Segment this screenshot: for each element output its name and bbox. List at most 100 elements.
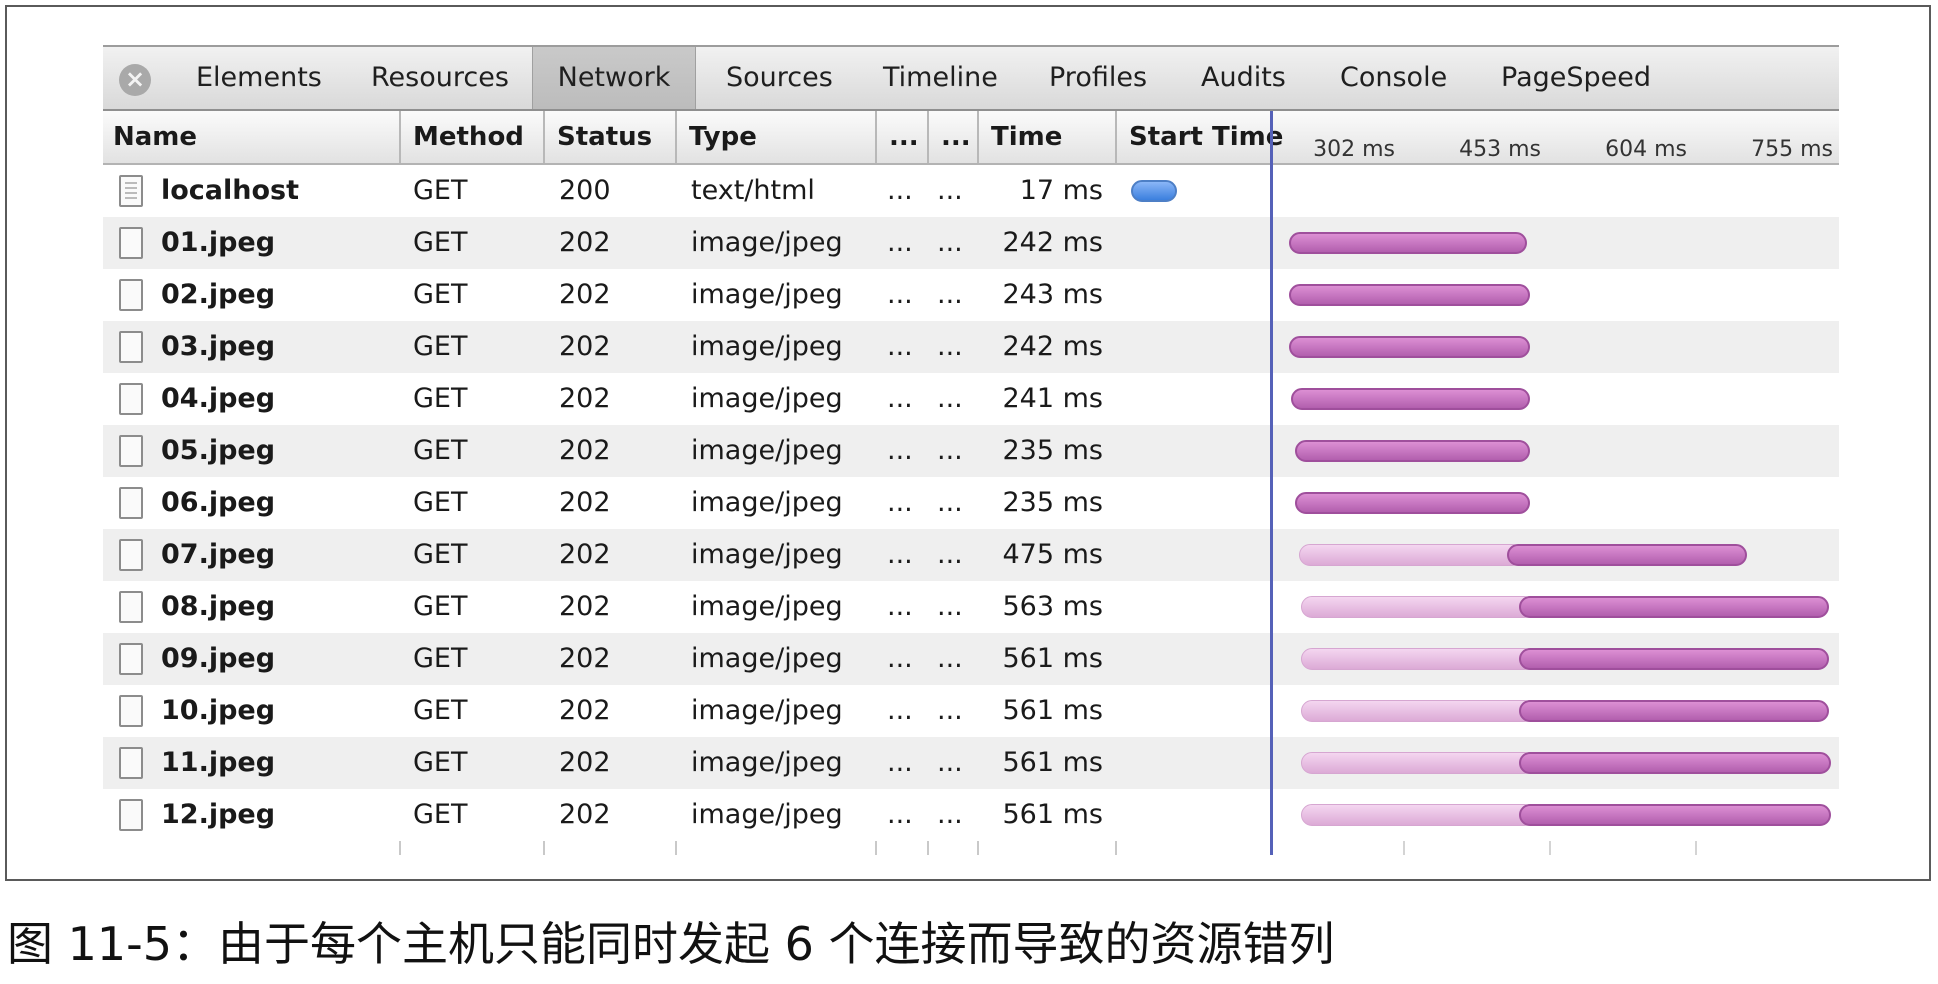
column-header-collapsed-1[interactable]: ...: [879, 111, 919, 163]
resource-name[interactable]: 02.jpeg: [161, 269, 275, 321]
column-divider[interactable]: [675, 111, 677, 163]
tab-audits[interactable]: Audits: [1201, 47, 1286, 109]
collapsed-cell: ...: [887, 643, 913, 674]
tab-profiles[interactable]: Profiles: [1049, 47, 1147, 109]
column-divider[interactable]: [875, 111, 877, 163]
column-divider[interactable]: [399, 111, 401, 163]
timeline-bar-waiting[interactable]: [1301, 648, 1535, 670]
timeline-bar-receiving[interactable]: [1289, 284, 1530, 306]
tab-resources[interactable]: Resources: [371, 47, 509, 109]
table-row[interactable]: 06.jpeg GET 202 image/jpeg...... 235 ms: [103, 477, 1839, 529]
devtools-toolbar: × Elements Resources Network Sources Tim…: [103, 45, 1839, 111]
collapsed-cell: ...: [937, 227, 963, 258]
collapsed-cell: ...: [887, 383, 913, 414]
column-divider[interactable]: [543, 111, 545, 163]
resource-name[interactable]: localhost: [161, 165, 299, 217]
timeline-bar-receiving[interactable]: [1289, 336, 1530, 358]
resource-name[interactable]: 03.jpeg: [161, 321, 275, 373]
status-cell: 202: [559, 383, 611, 414]
timeline-bar-receiving[interactable]: [1519, 752, 1831, 774]
type-cell: image/jpeg: [691, 799, 843, 830]
collapsed-cell: ...: [937, 331, 963, 362]
tab-elements[interactable]: Elements: [196, 47, 322, 109]
column-header-time[interactable]: Time: [981, 111, 1062, 163]
timeline-bar-receiving[interactable]: [1519, 804, 1831, 826]
column-divider[interactable]: [977, 111, 979, 163]
type-cell: image/jpeg: [691, 435, 843, 466]
timeline-bar-receiving[interactable]: [1519, 596, 1829, 618]
type-cell: image/jpeg: [691, 383, 843, 414]
timeline-bar-receiving[interactable]: [1295, 492, 1530, 514]
status-cell: 202: [559, 591, 611, 622]
status-cell: 202: [559, 279, 611, 310]
devtools-network-panel: × Elements Resources Network Sources Tim…: [103, 45, 1839, 855]
table-header: Name Method Status Type ... ... Time Sta…: [103, 111, 1839, 165]
collapsed-cell: ...: [887, 591, 913, 622]
time-cell: 17 ms: [1019, 175, 1103, 206]
table-row[interactable]: 09.jpeg GET 202 image/jpeg...... 561 ms: [103, 633, 1839, 685]
table-row[interactable]: 08.jpeg GET 202 image/jpeg...... 563 ms: [103, 581, 1839, 633]
column-header-method[interactable]: Method: [403, 111, 524, 163]
timeline-bar-receiving[interactable]: [1507, 544, 1747, 566]
status-cell: 202: [559, 487, 611, 518]
status-cell: 202: [559, 747, 611, 778]
table-row[interactable]: 12.jpeg GET 202 image/jpeg...... 561 ms: [103, 789, 1839, 841]
timeline-bar-receiving[interactable]: [1519, 700, 1829, 722]
timeline-bar-receiving[interactable]: [1289, 232, 1527, 254]
time-cell: 242 ms: [1002, 331, 1104, 362]
method-cell: GET: [413, 695, 468, 726]
timeline-bar-waiting[interactable]: [1299, 544, 1523, 566]
tab-pagespeed[interactable]: PageSpeed: [1501, 47, 1651, 109]
timeline-bar-html[interactable]: [1131, 180, 1177, 202]
table-row[interactable]: 02.jpeg GET 202 image/jpeg...... 243 ms: [103, 269, 1839, 321]
timeline-tick-label: 302 ms: [1313, 137, 1395, 162]
resource-name[interactable]: 09.jpeg: [161, 633, 275, 685]
tab-timeline[interactable]: Timeline: [883, 47, 998, 109]
column-header-name[interactable]: Name: [103, 111, 197, 163]
column-divider[interactable]: [1115, 111, 1117, 163]
resource-name[interactable]: 08.jpeg: [161, 581, 275, 633]
method-cell: GET: [413, 539, 468, 570]
tab-console[interactable]: Console: [1340, 47, 1447, 109]
table-row[interactable]: 05.jpeg GET 202 image/jpeg...... 235 ms: [103, 425, 1839, 477]
table-row[interactable]: 07.jpeg GET 202 image/jpeg...... 475 ms: [103, 529, 1839, 581]
table-row[interactable]: localhost GET 200 text/html...... 17 ms: [103, 165, 1839, 217]
close-icon[interactable]: ×: [119, 64, 151, 96]
timeline-bar-waiting[interactable]: [1301, 752, 1535, 774]
resource-name[interactable]: 01.jpeg: [161, 217, 275, 269]
resource-name[interactable]: 07.jpeg: [161, 529, 275, 581]
resource-name[interactable]: 04.jpeg: [161, 373, 275, 425]
timeline-bar-waiting[interactable]: [1301, 700, 1535, 722]
resource-name[interactable]: 05.jpeg: [161, 425, 275, 477]
table-row[interactable]: 01.jpeg GET 202 image/jpeg...... 242 ms: [103, 217, 1839, 269]
timeline-bar-waiting[interactable]: [1301, 596, 1535, 618]
status-cell: 202: [559, 695, 611, 726]
table-row[interactable]: 11.jpeg GET 202 image/jpeg...... 561 ms: [103, 737, 1839, 789]
column-header-status[interactable]: Status: [547, 111, 652, 163]
resource-name[interactable]: 10.jpeg: [161, 685, 275, 737]
resource-name[interactable]: 11.jpeg: [161, 737, 275, 789]
column-header-type[interactable]: Type: [679, 111, 757, 163]
timeline-bar-receiving[interactable]: [1291, 388, 1530, 410]
column-header-collapsed-2[interactable]: ...: [931, 111, 971, 163]
table-row[interactable]: 03.jpeg GET 202 image/jpeg...... 242 ms: [103, 321, 1839, 373]
file-icon: [119, 331, 143, 363]
collapsed-cell: ...: [887, 435, 913, 466]
collapsed-cell: ...: [937, 175, 963, 206]
resource-name[interactable]: 12.jpeg: [161, 789, 275, 841]
tab-sources[interactable]: Sources: [726, 47, 833, 109]
timeline-bar-receiving[interactable]: [1295, 440, 1530, 462]
table-row[interactable]: 04.jpeg GET 202 image/jpeg...... 241 ms: [103, 373, 1839, 425]
table-row[interactable]: 10.jpeg GET 202 image/jpeg...... 561 ms: [103, 685, 1839, 737]
timeline-bar-waiting[interactable]: [1301, 804, 1535, 826]
tab-network[interactable]: Network: [532, 47, 696, 109]
type-cell: image/jpeg: [691, 227, 843, 258]
resource-name[interactable]: 06.jpeg: [161, 477, 275, 529]
file-icon: [119, 435, 143, 467]
collapsed-cell: ...: [887, 175, 913, 206]
type-cell: image/jpeg: [691, 591, 843, 622]
type-cell: text/html: [691, 175, 815, 206]
collapsed-cell: ...: [887, 487, 913, 518]
timeline-bar-receiving[interactable]: [1519, 648, 1829, 670]
column-divider[interactable]: [927, 111, 929, 163]
